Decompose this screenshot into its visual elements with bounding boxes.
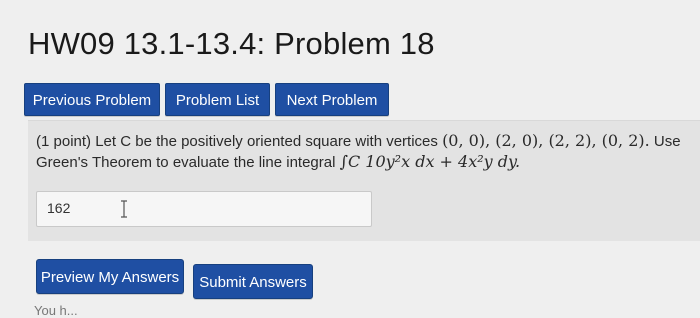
problem-integral: ∫C 10y²x dx + 4x²y dy. — [339, 152, 521, 171]
problem-list-button[interactable]: Problem List — [165, 83, 270, 116]
problem-vertices: (0, 0), (2, 0), (2, 2), (0, 2). — [442, 131, 650, 150]
problem-text-use: Use — [653, 133, 681, 150]
submit-answers-button[interactable]: Submit Answers — [193, 264, 313, 299]
problem-text-line2: Green's Theorem to evaluate the line int… — [36, 154, 336, 171]
answer-input[interactable]: 162 — [36, 191, 372, 227]
previous-problem-button[interactable]: Previous Problem — [24, 83, 160, 116]
problem-points: (1 point) — [36, 133, 92, 150]
problem-text-line1: Let C be the positively oriented square … — [95, 133, 438, 150]
text-cursor-icon — [121, 200, 127, 218]
preview-answers-button[interactable]: Preview My Answers — [36, 259, 184, 294]
problem-panel: (1 point) Let C be the positively orient… — [28, 120, 700, 241]
answer-value[interactable]: 162 — [47, 200, 70, 216]
next-problem-button[interactable]: Next Problem — [275, 83, 389, 116]
page-title: HW09 13.1-13.4: Problem 18 — [28, 26, 435, 61]
problem-statement: (1 point) Let C be the positively orient… — [36, 131, 686, 173]
